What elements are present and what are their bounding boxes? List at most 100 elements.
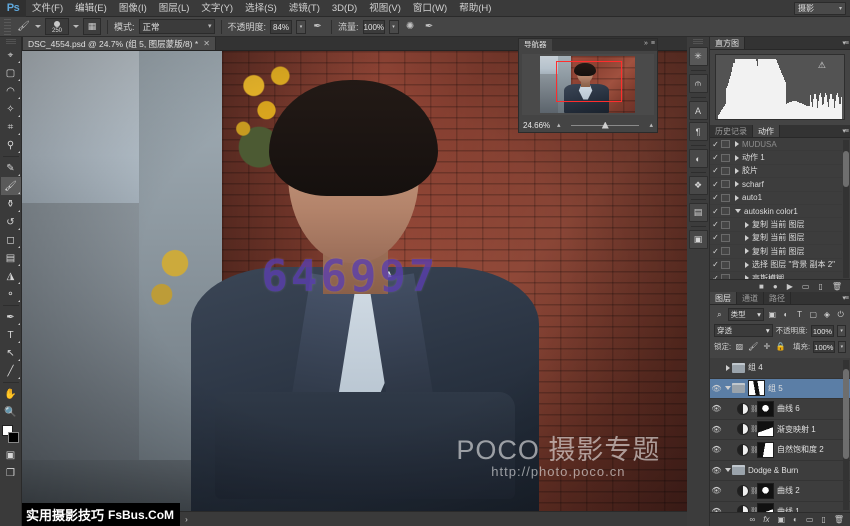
expand-triangle-icon[interactable]	[745, 222, 749, 228]
panel-menu-icon[interactable]: ≡	[651, 40, 655, 47]
action-row[interactable]: ✓scharf	[710, 178, 842, 191]
tab-layers[interactable]: 图层	[710, 292, 737, 304]
opacity-input[interactable]: 84%	[270, 20, 292, 34]
pen-tool[interactable]: ✒	[1, 308, 21, 326]
adjustment-layer-thumbnail[interactable]	[737, 505, 749, 512]
delete-layer-icon[interactable]: 🗑	[834, 515, 844, 524]
adjustment-layer-thumbnail[interactable]	[737, 485, 749, 497]
shape-filter-icon[interactable]: ▢	[808, 308, 819, 321]
layer-mask-thumbnail[interactable]	[748, 380, 765, 396]
opacity-stepper[interactable]: ▾	[296, 20, 306, 34]
eraser-tool[interactable]: ◻	[1, 231, 21, 249]
eye-visible-icon[interactable]: 👁	[710, 445, 723, 454]
lock-position-icon[interactable]: ✛	[762, 340, 773, 353]
menu-filter[interactable]: 滤镜(T)	[283, 0, 326, 17]
tab-actions[interactable]: 动作	[753, 125, 780, 137]
eye-visible-icon[interactable]: 👁	[710, 466, 723, 475]
menu-help[interactable]: 帮助(H)	[453, 0, 497, 17]
properties-panel-icon[interactable]: ▤	[689, 203, 708, 222]
new-action-icon[interactable]: ▯	[818, 282, 822, 291]
close-icon[interactable]: ✕	[203, 39, 210, 48]
eye-visible-icon[interactable]: 👁	[710, 404, 723, 413]
actions-list[interactable]: ✓MUDUSA✓动作 1✓胶片✓scharf✓auto1✓autoskin co…	[710, 138, 842, 279]
mask-link-icon[interactable]: ⛓	[750, 446, 757, 454]
history-brush-tool[interactable]: ↺	[1, 213, 21, 231]
adjustments-panel-icon[interactable]: ◐	[689, 149, 708, 168]
action-dialog-toggle[interactable]	[721, 167, 730, 175]
new-layer-icon[interactable]: ▯	[821, 515, 825, 524]
adjustment-layer-icon[interactable]: ◐	[793, 515, 798, 524]
search-icon[interactable]: ⌕	[714, 308, 725, 321]
collapse-icon[interactable]: »	[644, 40, 648, 47]
screen-mode-icon[interactable]: ❐	[1, 464, 21, 482]
layer-row[interactable]: 👁⛓曲线 6	[710, 399, 850, 420]
eye-visible-icon[interactable]: 👁	[710, 507, 723, 512]
flow-input[interactable]: 100%	[363, 20, 385, 34]
action-dialog-toggle[interactable]	[721, 194, 730, 202]
zoom-tool[interactable]: 🔍	[1, 403, 21, 421]
action-dialog-toggle[interactable]	[721, 247, 730, 255]
expand-triangle-icon[interactable]	[723, 386, 732, 390]
tab-histogram[interactable]: 直方图	[710, 37, 745, 49]
action-toggle-checkbox[interactable]: ✓	[710, 166, 721, 175]
pressure-size-icon[interactable]: ✒	[422, 19, 437, 34]
layer-row[interactable]: 👁⛓自然饱和度 2	[710, 440, 850, 461]
action-toggle-checkbox[interactable]: ✓	[710, 180, 721, 189]
brush-tool-icon[interactable]: 🖌	[16, 19, 31, 34]
scrollbar-thumb[interactable]	[843, 151, 849, 187]
smart-filter-icon[interactable]: ◈	[822, 308, 833, 321]
action-toggle-checkbox[interactable]: ✓	[710, 140, 721, 149]
layer-fill-stepper[interactable]: ▾	[838, 341, 846, 353]
action-dialog-toggle[interactable]	[721, 234, 730, 242]
brush-panel-toggle[interactable]: ▦	[83, 18, 101, 35]
layer-fill-input[interactable]: 100%	[813, 341, 835, 353]
expand-triangle-icon[interactable]	[735, 181, 739, 187]
chevron-down-icon[interactable]	[35, 25, 41, 28]
tab-history[interactable]: 历史记录	[710, 125, 753, 137]
action-row[interactable]: ✓复制 当前 图层	[710, 232, 842, 245]
action-dialog-toggle[interactable]	[721, 207, 730, 215]
hand-tool[interactable]: ✋	[1, 385, 21, 403]
blend-mode-select[interactable]: 正常 ▾	[139, 19, 215, 34]
mask-link-icon[interactable]: ⛓	[750, 425, 757, 433]
action-dialog-toggle[interactable]	[721, 261, 730, 269]
chevron-down-icon[interactable]	[73, 25, 79, 28]
action-row[interactable]: ✓MUDUSA	[710, 138, 842, 151]
type-filter-icon[interactable]: T	[794, 308, 805, 321]
layer-opacity-input[interactable]: 100%	[811, 325, 834, 337]
menu-view[interactable]: 视图(V)	[363, 0, 407, 17]
action-row[interactable]: ✓选择 图层 "背景 副本 2"	[710, 259, 842, 272]
tab-paths[interactable]: 路径	[764, 292, 791, 304]
healing-brush-tool[interactable]: ✎	[1, 159, 21, 177]
layer-mask-thumbnail[interactable]	[757, 483, 774, 499]
shape-tool[interactable]: ╱	[1, 362, 21, 380]
info-panel-icon[interactable]: ⫙	[689, 74, 708, 93]
expand-triangle-icon[interactable]	[735, 168, 739, 174]
crop-tool[interactable]: ⌗	[1, 118, 21, 136]
layer-row[interactable]: 👁⛓曲线 1	[710, 502, 850, 513]
clone-stamp-tool[interactable]: ⚱	[1, 195, 21, 213]
navigator-zoom-slider[interactable]	[565, 120, 646, 130]
adjustment-layer-thumbnail[interactable]	[737, 403, 749, 415]
menu-window[interactable]: 窗口(W)	[407, 0, 453, 17]
brush-tool[interactable]: 🖌	[1, 177, 21, 195]
layer-mask-thumbnail[interactable]	[757, 421, 774, 437]
rail-grip[interactable]	[693, 39, 703, 44]
action-row[interactable]: ✓autoskin color1	[710, 205, 842, 218]
link-layers-icon[interactable]: ∞	[750, 515, 756, 524]
action-row[interactable]: ✓auto1	[710, 192, 842, 205]
path-selection-tool[interactable]: ↖	[1, 344, 21, 362]
expand-triangle-icon[interactable]	[735, 155, 739, 161]
expand-triangle-icon[interactable]	[735, 195, 739, 201]
action-row[interactable]: ✓高斯模糊	[710, 272, 842, 279]
menu-layer[interactable]: 图层(L)	[153, 0, 196, 17]
tab-channels[interactable]: 通道	[737, 292, 764, 304]
panel-menu-icon[interactable]: ▾≡	[842, 127, 848, 135]
action-toggle-checkbox[interactable]: ✓	[710, 247, 721, 256]
layer-opacity-stepper[interactable]: ▾	[837, 325, 846, 337]
layers-scrollbar[interactable]	[843, 360, 849, 510]
pixel-filter-icon[interactable]: ▣	[767, 308, 778, 321]
action-toggle-checkbox[interactable]: ✓	[710, 193, 721, 202]
quick-mask-icon[interactable]: ▣	[1, 446, 21, 464]
lock-image-icon[interactable]: 🖌	[748, 340, 759, 353]
